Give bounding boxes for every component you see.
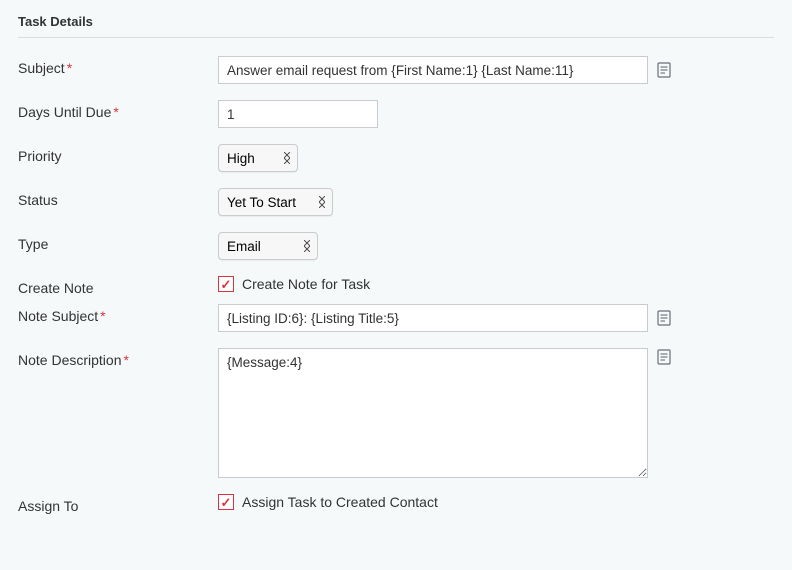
row-note-subject: Note Subject*: [18, 304, 774, 332]
required-asterisk: *: [124, 352, 129, 368]
row-priority: Priority High: [18, 144, 774, 172]
label-days-until-due-text: Days Until Due: [18, 104, 111, 120]
merge-tag-icon[interactable]: [656, 348, 672, 366]
panel-title: Task Details: [18, 14, 774, 38]
task-details-panel: Task Details Subject* Days Until Due* Pr…: [0, 0, 792, 548]
priority-select[interactable]: High: [218, 144, 298, 172]
priority-select-wrap: High: [218, 144, 298, 172]
required-asterisk: *: [67, 60, 72, 76]
row-subject: Subject*: [18, 56, 774, 84]
create-note-checkbox[interactable]: [218, 276, 234, 292]
required-asterisk: *: [113, 104, 118, 120]
merge-tag-icon[interactable]: [656, 61, 672, 79]
note-subject-input[interactable]: [218, 304, 648, 332]
label-subject: Subject*: [18, 56, 218, 76]
assign-to-checkbox[interactable]: [218, 494, 234, 510]
label-subject-text: Subject: [18, 60, 65, 76]
label-assign-to: Assign To: [18, 494, 218, 514]
label-note-description: Note Description*: [18, 348, 218, 368]
assign-to-checkbox-label: Assign Task to Created Contact: [242, 494, 438, 510]
type-select[interactable]: Email: [218, 232, 318, 260]
subject-input[interactable]: [218, 56, 648, 84]
label-days-until-due: Days Until Due*: [18, 100, 218, 120]
label-create-note: Create Note: [18, 276, 218, 296]
status-select-wrap: Yet To Start: [218, 188, 333, 216]
label-priority: Priority: [18, 144, 218, 164]
row-create-note: Create Note Create Note for Task: [18, 276, 774, 296]
row-days-until-due: Days Until Due*: [18, 100, 774, 128]
row-note-description: Note Description*: [18, 348, 774, 478]
label-note-subject: Note Subject*: [18, 304, 218, 324]
days-until-due-input[interactable]: [218, 100, 378, 128]
required-asterisk: *: [100, 308, 105, 324]
label-note-description-text: Note Description: [18, 352, 122, 368]
create-note-checkbox-label: Create Note for Task: [242, 276, 370, 292]
status-select[interactable]: Yet To Start: [218, 188, 333, 216]
note-description-textarea[interactable]: [218, 348, 648, 478]
type-select-wrap: Email: [218, 232, 318, 260]
row-assign-to: Assign To Assign Task to Created Contact: [18, 494, 774, 514]
merge-tag-icon[interactable]: [656, 309, 672, 327]
row-type: Type Email: [18, 232, 774, 260]
row-status: Status Yet To Start: [18, 188, 774, 216]
label-status: Status: [18, 188, 218, 208]
label-type: Type: [18, 232, 218, 252]
label-note-subject-text: Note Subject: [18, 308, 98, 324]
